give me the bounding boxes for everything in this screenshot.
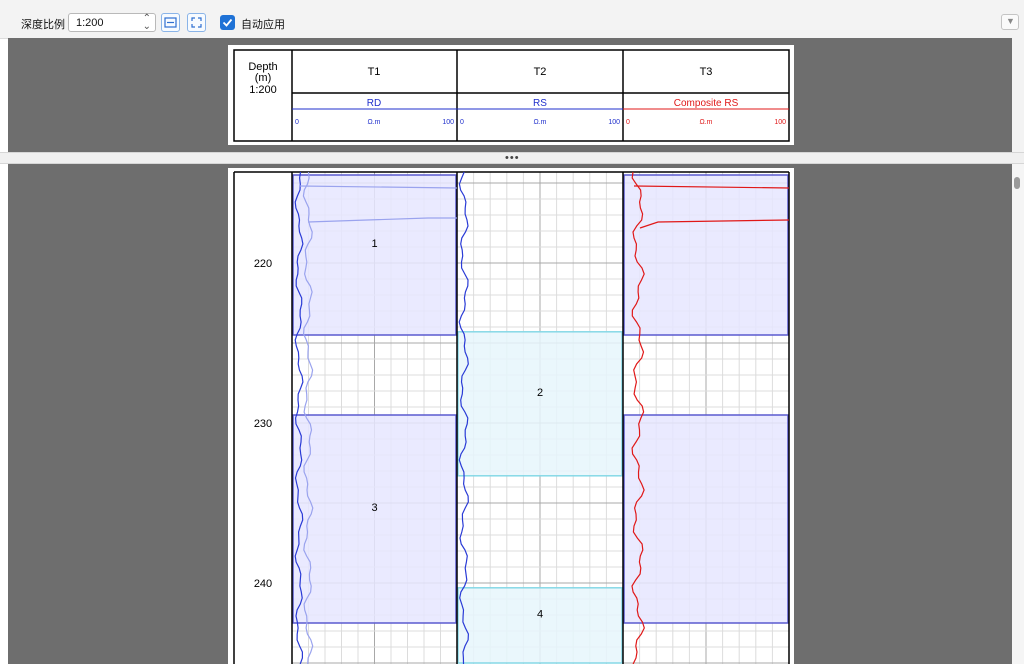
collapse-button[interactable]: ▼ bbox=[1001, 14, 1019, 30]
zone-label-4: 4 bbox=[537, 608, 543, 620]
curve-max-rs: 100 bbox=[608, 119, 620, 126]
splitter-grip[interactable]: ••• bbox=[505, 152, 520, 164]
track-title-t1: T1 bbox=[368, 66, 381, 78]
depth-scale: 1:200 bbox=[249, 84, 277, 96]
curve-max-rd: 100 bbox=[442, 119, 454, 126]
chevron-down-icon: ▼ bbox=[1006, 16, 1015, 26]
curve-name-rd[interactable]: RD bbox=[367, 98, 381, 109]
scrollbar-thumb[interactable] bbox=[1014, 177, 1020, 189]
depth-tick-label: 230 bbox=[254, 418, 272, 430]
fit-width-button[interactable] bbox=[161, 13, 180, 32]
depth-tick-label: 240 bbox=[254, 578, 272, 590]
fit-all-icon bbox=[191, 17, 202, 28]
curve-unit-rd: Ω.m bbox=[367, 119, 380, 126]
curve-min-composite-rs: 0 bbox=[626, 119, 630, 126]
zone-label-2: 2 bbox=[537, 387, 543, 399]
curve-name-composite-rs[interactable]: Composite RS bbox=[674, 98, 739, 109]
zone-3 bbox=[292, 414, 457, 624]
zone-3 bbox=[623, 414, 789, 624]
zone-2 bbox=[457, 331, 623, 477]
body-scrollbar[interactable] bbox=[1012, 164, 1024, 664]
zone-label-1: 1 bbox=[371, 238, 377, 250]
curve-unit-composite-rs: Ω.m bbox=[699, 119, 712, 126]
track-title-t3: T3 bbox=[700, 66, 713, 78]
checkmark-icon bbox=[222, 18, 233, 27]
zone-1 bbox=[623, 174, 789, 336]
depth-unit: (m) bbox=[255, 72, 272, 84]
curve-max-composite-rs: 100 bbox=[774, 119, 786, 126]
zone-label-3: 3 bbox=[371, 502, 377, 514]
depth-tick-label: 220 bbox=[254, 258, 272, 270]
depth-scale-label: 深度比例 bbox=[21, 19, 65, 31]
auto-apply-label: 自动应用 bbox=[241, 19, 285, 31]
curve-unit-rs: Ω.m bbox=[533, 119, 546, 126]
track-title-t2: T2 bbox=[534, 66, 547, 78]
log-header-pane: Depth (m) 1:200 T1 T2 T3 RD 0 Ω.m 100 RS… bbox=[8, 38, 1012, 152]
log-tracks: 1 2 3 4 220 230 240 bbox=[228, 168, 794, 664]
fit-width-icon bbox=[164, 17, 177, 28]
log-body-pane: 1 2 3 4 220 230 240 bbox=[8, 164, 1012, 664]
curve-min-rd: 0 bbox=[295, 119, 299, 126]
zone-1 bbox=[292, 174, 457, 336]
auto-apply-checkbox[interactable] bbox=[220, 15, 235, 30]
zone-4 bbox=[457, 587, 623, 664]
log-header: Depth (m) 1:200 T1 T2 T3 RD 0 Ω.m 100 RS… bbox=[228, 45, 794, 145]
curve-name-rs[interactable]: RS bbox=[533, 98, 547, 109]
depth-scale-value: 1:200 bbox=[76, 17, 104, 29]
header-scrollbar[interactable] bbox=[1012, 38, 1024, 152]
depth-scale-select[interactable]: 1:200 ⌃ ⌄ bbox=[68, 13, 156, 32]
toolbar: 深度比例 1:200 ⌃ ⌄ 自动应用 ▼ bbox=[0, 0, 1024, 39]
fit-all-button[interactable] bbox=[187, 13, 206, 32]
pane-splitter[interactable]: ••• bbox=[0, 152, 1024, 164]
curve-min-rs: 0 bbox=[460, 119, 464, 126]
spinner-icon[interactable]: ⌃ ⌄ bbox=[143, 14, 151, 32]
